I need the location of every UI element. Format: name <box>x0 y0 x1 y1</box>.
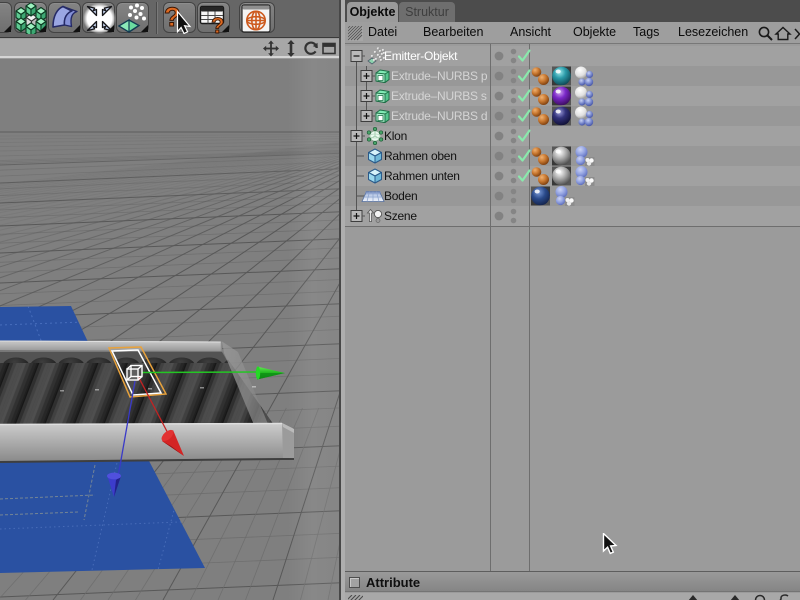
svg-text:?: ? <box>211 13 224 34</box>
